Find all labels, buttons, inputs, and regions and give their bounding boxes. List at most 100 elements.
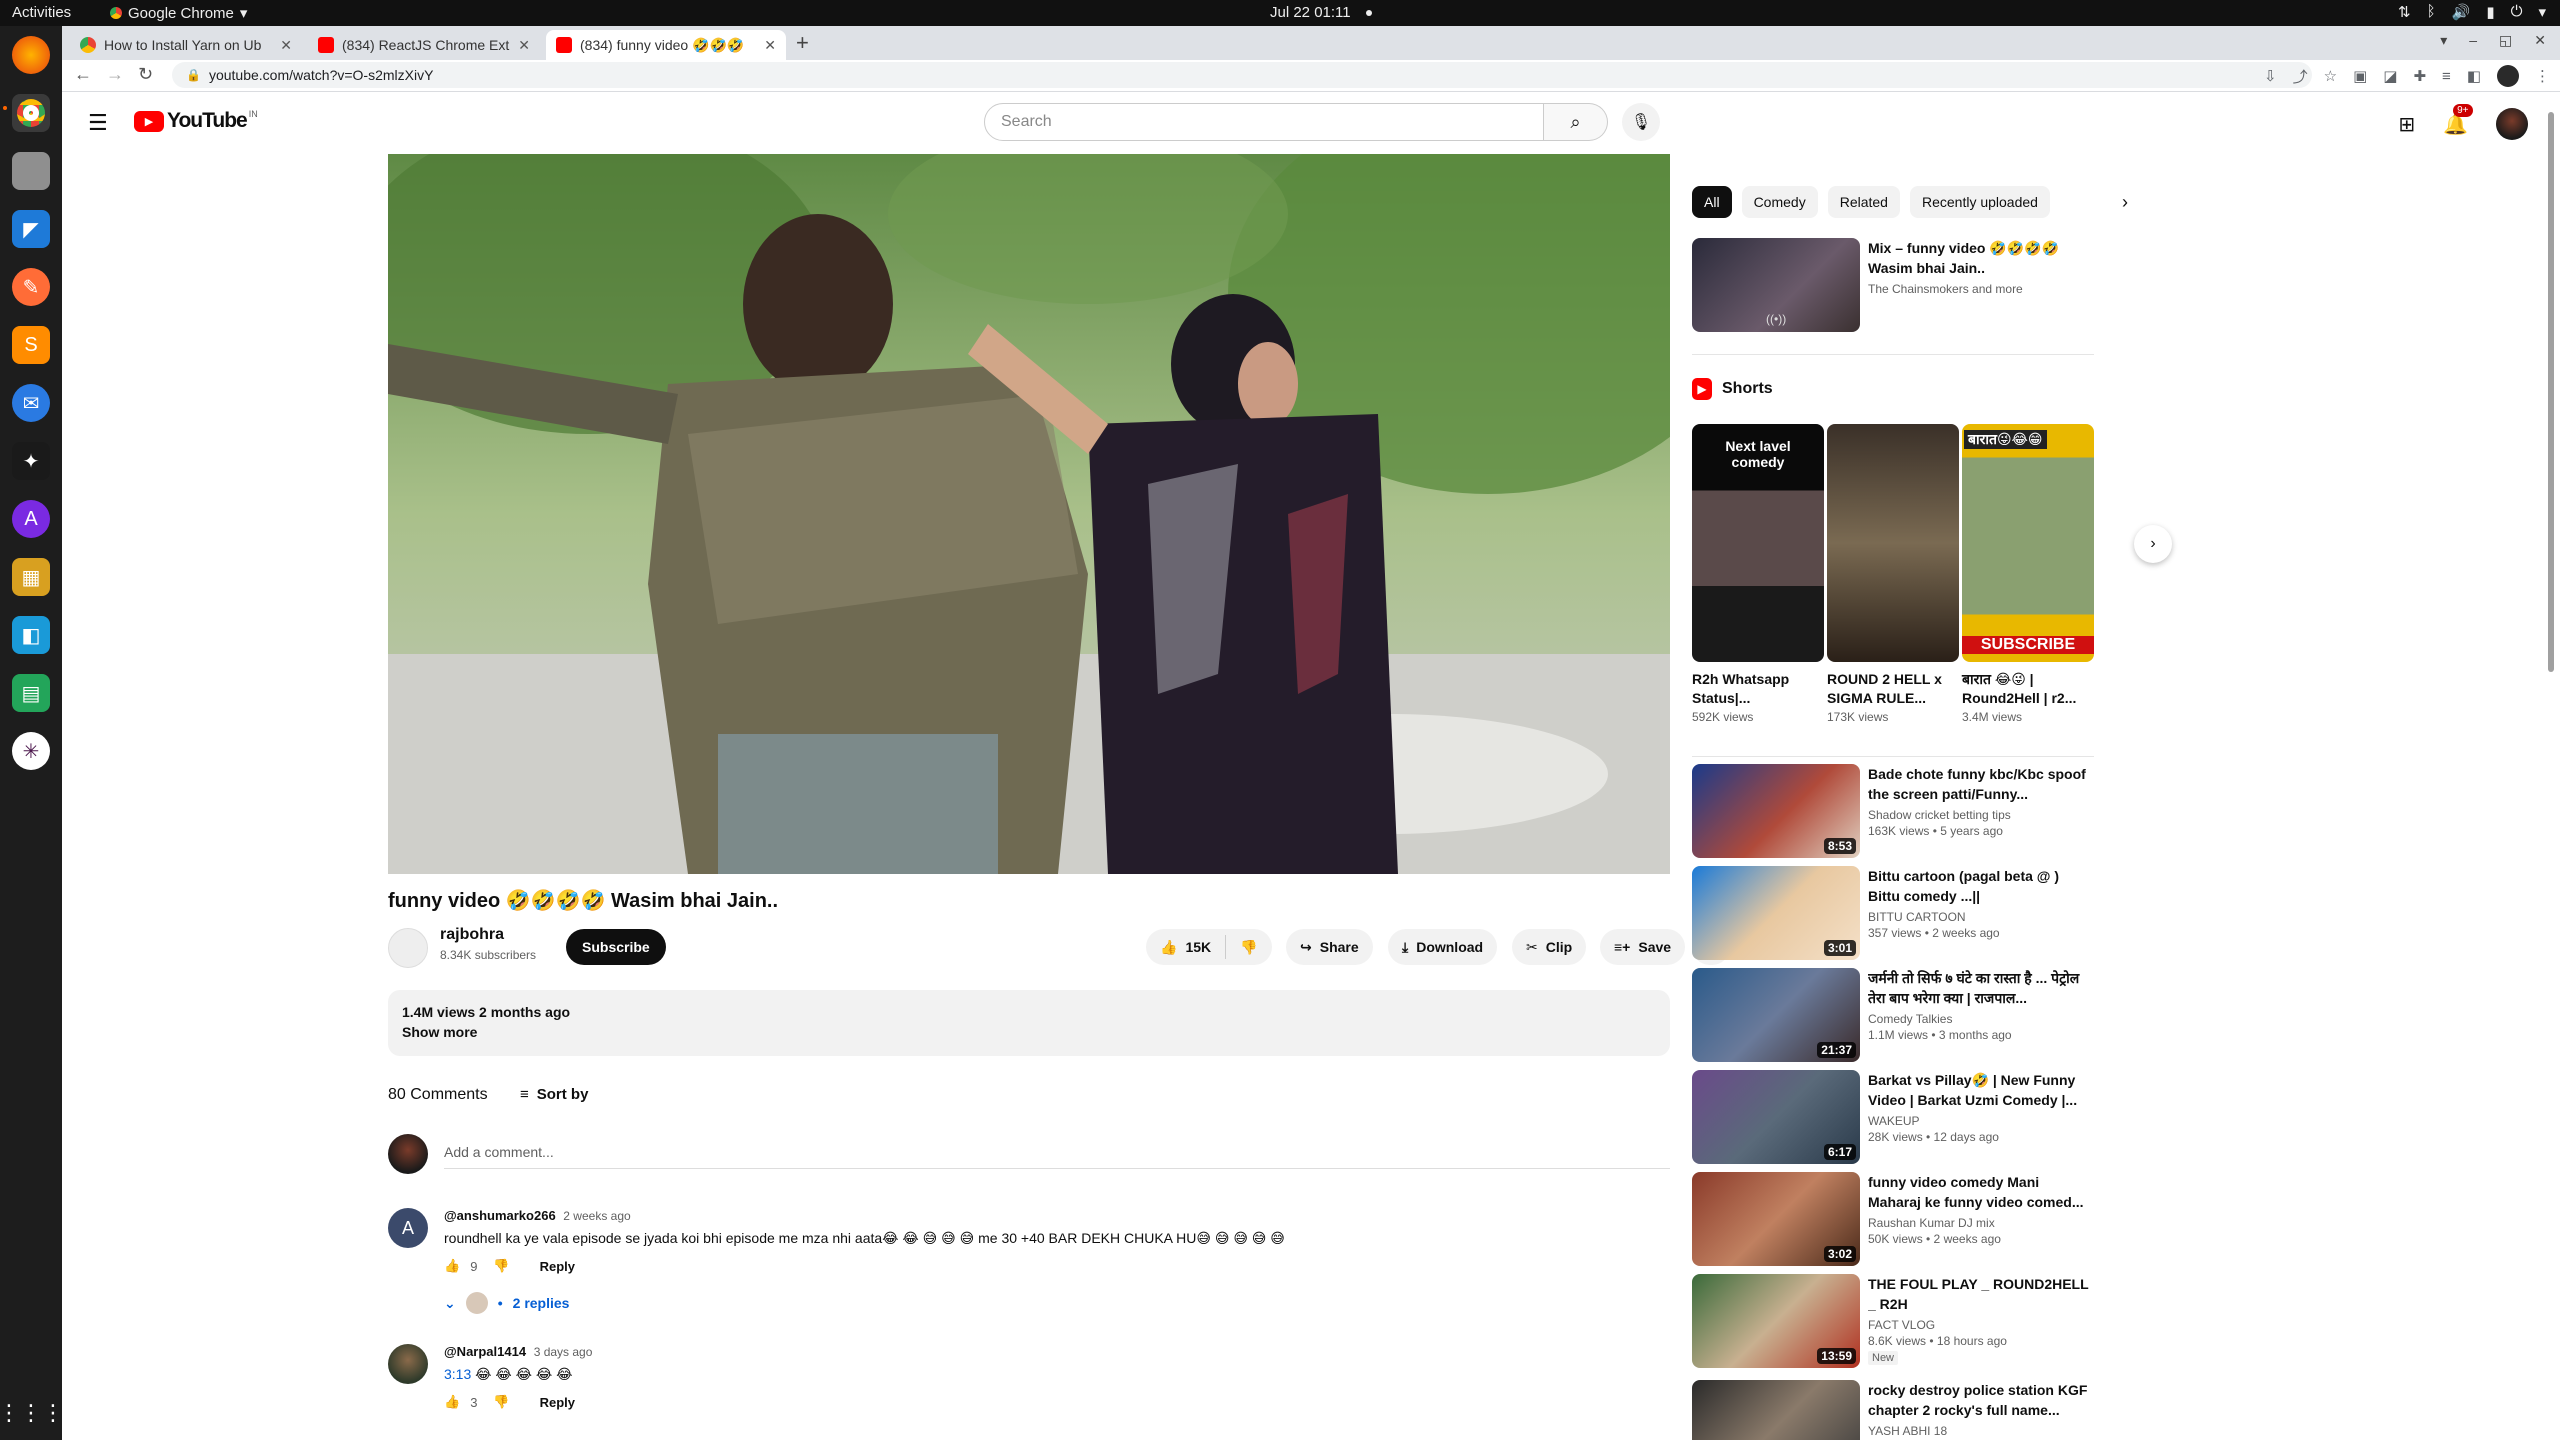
volume-icon[interactable]: 🔊 [2452, 3, 2471, 21]
short-item[interactable]: ROUND 2 HELL x SIGMA RULE... 173K views [1827, 424, 1959, 724]
menu-icon[interactable]: ☰ [88, 110, 108, 136]
video-thumbnail[interactable]: 21:37 [1692, 968, 1860, 1062]
chip-all[interactable]: All [1692, 186, 1732, 218]
short-thumbnail[interactable] [1827, 424, 1959, 662]
system-tray[interactable]: ⇅ ᛒ 🔊 ▮ ⏻ ▾ [2398, 3, 2546, 21]
address-bar[interactable]: 🔒 youtube.com/watch?v=O-s2mlzXivY [172, 62, 2312, 88]
comment-author[interactable]: @anshumarko266 [444, 1208, 556, 1223]
reply-button[interactable]: Reply [540, 1259, 575, 1274]
notifications-button[interactable]: 🔔 9+ [2443, 103, 2473, 137]
channel-name[interactable]: rajbohra [440, 926, 504, 944]
video-channel[interactable]: FACT VLOG [1868, 1318, 2094, 1332]
timestamp-link[interactable]: 3:13 [444, 1366, 471, 1382]
bluetooth-icon[interactable]: ᛒ [2427, 3, 2436, 21]
menu-icon[interactable]: ⋮ [2535, 67, 2550, 85]
save-button[interactable]: ≡+ Save [1600, 929, 1686, 965]
video-title[interactable]: THE FOUL PLAY _ ROUND2HELL _ R2H [1868, 1274, 2094, 1314]
share-icon[interactable]: ⤴ [2293, 66, 2308, 87]
like-button[interactable]: 👍 15K [1160, 939, 1211, 956]
sort-by-button[interactable]: ≡ Sort by [520, 1086, 588, 1103]
screenshot-icon[interactable]: ◧ [12, 616, 50, 654]
network-icon[interactable]: ⇅ [2398, 3, 2411, 21]
maximize-icon[interactable]: ◱ [2499, 32, 2512, 49]
comment-time[interactable]: 2 weeks ago [563, 1209, 630, 1223]
subscribe-button[interactable]: Subscribe [566, 929, 666, 965]
tab-yarn[interactable]: How to Install Yarn on Ub ✕ [70, 30, 302, 60]
show-apps-icon[interactable]: ⋮⋮⋮ [0, 1394, 64, 1432]
video-title[interactable]: Bittu cartoon (pagal beta @ ) Bittu come… [1868, 866, 2094, 906]
recommended-video[interactable]: 13:59 THE FOUL PLAY _ ROUND2HELL _ R2H F… [1692, 1274, 2094, 1370]
video-title[interactable]: funny video comedy Mani Maharaj ke funny… [1868, 1172, 2094, 1212]
chrome-icon[interactable] [12, 94, 50, 132]
install-icon[interactable]: ⇩ [2264, 67, 2277, 85]
reply-button[interactable]: Reply [540, 1395, 575, 1410]
minimize-icon[interactable]: – [2469, 32, 2477, 49]
short-item[interactable]: बारात😜😂😁 SUBSCRIBE बारात 😂😜 | Round2Hell… [1962, 424, 2094, 724]
close-icon[interactable]: ✕ [280, 37, 292, 54]
bookmark-star-icon[interactable]: ☆ [2324, 67, 2337, 85]
video-thumbnail[interactable]: 8:53 [1692, 764, 1860, 858]
video-title[interactable]: Barkat vs Pillay🤣 | New Funny Video | Ba… [1868, 1070, 2094, 1110]
add-comment-input[interactable]: Add a comment... [444, 1144, 1670, 1169]
description-box[interactable]: 1.4M views 2 months ago Show more [388, 990, 1670, 1056]
commenter-avatar[interactable]: A [388, 1208, 428, 1248]
extension-icon[interactable]: ◪ [2383, 67, 2397, 85]
video-channel[interactable]: Raushan Kumar DJ mix [1868, 1216, 2094, 1230]
back-icon[interactable]: ← [74, 64, 92, 85]
thumbs-down-icon[interactable]: 👎 [493, 1394, 509, 1410]
app-menu[interactable]: Google Chrome ▾ [110, 4, 247, 22]
create-icon[interactable]: ⊞ [2398, 112, 2415, 137]
thumbs-up-icon[interactable]: 👍 [444, 1394, 460, 1410]
recommended-video[interactable]: 3:01 Bittu cartoon (pagal beta @ ) Bittu… [1692, 866, 2094, 962]
tab-search-icon[interactable]: ▾ [2440, 32, 2447, 49]
chevron-right-icon[interactable]: › [2122, 192, 2128, 213]
video-thumbnail[interactable]: 3:01 [1692, 866, 1860, 960]
commenter-avatar[interactable] [388, 1344, 428, 1384]
show-more-button[interactable]: Show more [402, 1022, 1656, 1042]
slack-icon[interactable]: ✳ [12, 732, 50, 770]
page-scrollbar[interactable] [2548, 112, 2554, 672]
video-title[interactable]: जर्मनी तो सिर्फ ७ घंटे का रास्ता है ... … [1868, 968, 2094, 1008]
activities-button[interactable]: Activities [12, 4, 71, 21]
search-input[interactable]: Search [984, 103, 1544, 141]
video-channel[interactable]: YASH ABHI 18 [1868, 1424, 2094, 1438]
video-thumbnail[interactable] [1692, 1380, 1860, 1440]
thumbs-up-icon[interactable]: 👍 [444, 1258, 460, 1274]
dislike-button[interactable]: 👎 [1240, 939, 1257, 956]
calculator-icon[interactable]: ▦ [12, 558, 50, 596]
inkscape-icon[interactable]: ✦ [12, 442, 50, 480]
recommended-video[interactable]: 21:37 जर्मनी तो सिर्फ ७ घंटे का रास्ता ह… [1692, 968, 2094, 1064]
mix-thumbnail[interactable]: ((•)) [1692, 238, 1860, 332]
recommended-video[interactable]: 8:53 Bade chote funny kbc/Kbc spoof the … [1692, 764, 2094, 860]
spreadsheet-icon[interactable]: ▤ [12, 674, 50, 712]
video-channel[interactable]: WAKEUP [1868, 1114, 2094, 1128]
short-item[interactable]: Next lavel comedy R2h Whatsapp Status|..… [1692, 424, 1824, 724]
close-icon[interactable]: ✕ [764, 37, 776, 54]
reload-icon[interactable]: ↻ [138, 64, 153, 85]
firefox-icon[interactable] [12, 36, 50, 74]
voice-search-button[interactable]: 🎙 [1622, 103, 1660, 141]
share-button[interactable]: ↪ Share [1286, 929, 1373, 965]
search-button[interactable]: ⌕ [1544, 103, 1608, 141]
lock-icon[interactable]: 🔒 [186, 68, 201, 82]
chip-comedy[interactable]: Comedy [1741, 186, 1818, 218]
youtube-logo[interactable]: ▶ YouTube IN [134, 109, 258, 133]
video-channel[interactable]: Comedy Talkies [1868, 1012, 2094, 1026]
puzzle-icon[interactable]: ✚ [2413, 67, 2426, 85]
video-thumbnail[interactable]: 6:17 [1692, 1070, 1860, 1164]
thumbs-down-icon[interactable]: 👎 [493, 1258, 509, 1274]
thunderbird-icon[interactable]: ✉ [12, 384, 50, 422]
power-icon[interactable]: ⏻ [2511, 3, 2523, 21]
mix-title[interactable]: Mix – funny video 🤣🤣🤣🤣 Wasim bhai Jain.. [1868, 238, 2094, 278]
video-channel[interactable]: Shadow cricket betting tips [1868, 808, 2094, 822]
close-icon[interactable]: ✕ [2534, 32, 2546, 49]
clock[interactable]: Jul 22 01:11 [1270, 4, 1351, 21]
clip-button[interactable]: ✂ Clip [1512, 929, 1587, 965]
recommended-video[interactable]: 3:02 funny video comedy Mani Maharaj ke … [1692, 1172, 2094, 1268]
postman-icon[interactable]: ✎ [12, 268, 50, 306]
new-tab-button[interactable]: + [796, 30, 809, 56]
download-button[interactable]: ⤓ Download [1388, 929, 1498, 965]
extension-icon[interactable]: ▣ [2353, 67, 2367, 85]
chip-related[interactable]: Related [1827, 186, 1900, 218]
video-thumbnail[interactable]: 3:02 [1692, 1172, 1860, 1266]
